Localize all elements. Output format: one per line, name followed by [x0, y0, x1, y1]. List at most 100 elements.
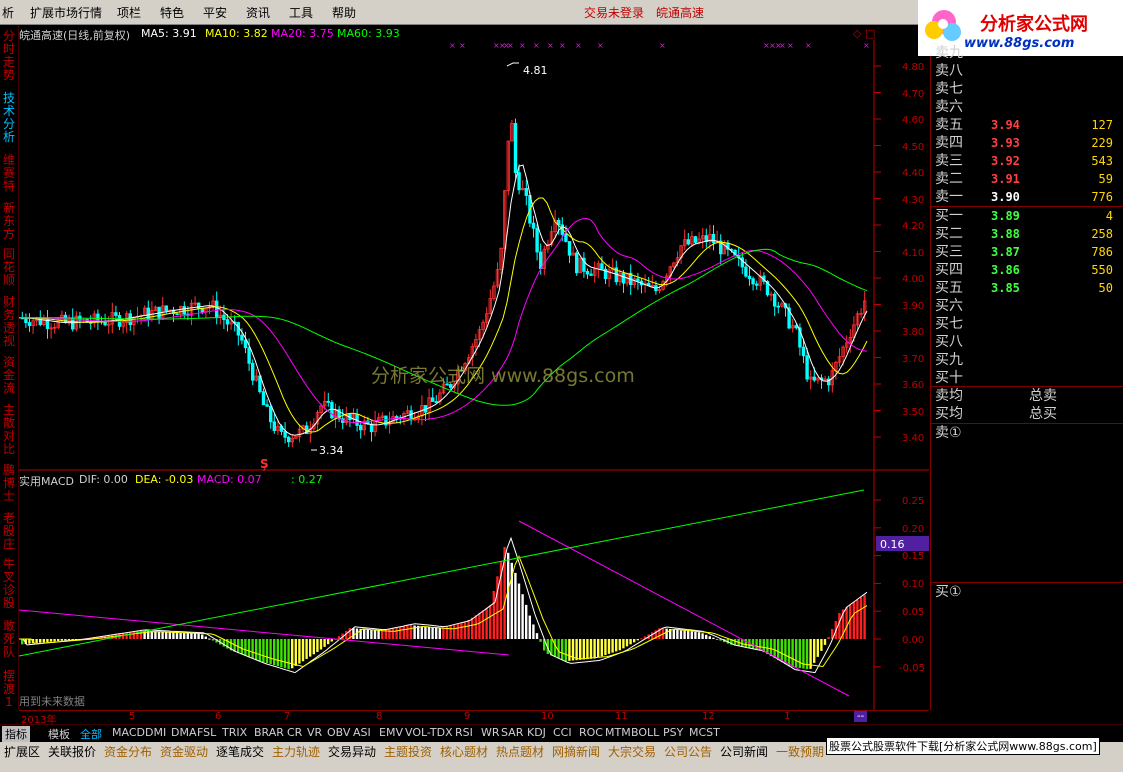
menu-item-tools[interactable]: 工具 [289, 4, 313, 21]
tab-fund-distribution[interactable]: 资金分布 [104, 743, 152, 760]
ask-level-5[interactable]: 卖五 3.94 127 [933, 116, 1121, 134]
scroll-right-button[interactable]: -- [854, 711, 868, 722]
menu-item-news[interactable]: 资讯 [246, 4, 270, 21]
tab-main-track[interactable]: 主力轨迹 [272, 743, 320, 760]
square-icon[interactable]: □ [865, 27, 875, 40]
candle-body [621, 272, 626, 284]
tab-vr[interactable]: VR [307, 726, 322, 739]
tab-tonghuashun[interactable]: 同花顺 [1, 248, 17, 287]
chart-area[interactable]: 皖通高速(日线,前复权) MA5: 3.91 MA10: 3.82 MA20: … [19, 26, 929, 726]
download-banner[interactable]: 股票公式股票软件下载[分析家公式网www.88gs.com] [826, 737, 1100, 755]
tab-weisaite[interactable]: 维赛特 [1, 154, 17, 193]
signal-x-marker: × [575, 41, 582, 50]
tab-obv[interactable]: OBV [327, 726, 350, 739]
tab-ext-area[interactable]: 扩展区 [4, 743, 40, 760]
tab-fsl[interactable]: FSL [197, 726, 216, 739]
tab-dare-to-die[interactable]: 敢死队 [1, 620, 17, 659]
menu-item-features[interactable]: 特色 [160, 4, 184, 21]
price-tick: 4.40 [902, 168, 924, 179]
tab-consensus[interactable]: 一致预期 [776, 743, 824, 760]
tab-ferry[interactable]: 摆渡1 [1, 670, 17, 709]
tab-sar[interactable]: SAR [501, 726, 523, 739]
tab-intraday[interactable]: 分时走势 [1, 30, 17, 82]
tab-rsi[interactable]: RSI [455, 726, 473, 739]
tab-announcements[interactable]: 公司公告 [664, 743, 712, 760]
tab-boll[interactable]: BOLL [631, 726, 659, 739]
macd-bar [532, 624, 535, 639]
tab-core-theme[interactable]: 核心题材 [440, 743, 488, 760]
tab-psy[interactable]: PSY [663, 726, 683, 739]
diamond-icon[interactable]: ◇ [853, 27, 862, 40]
tab-mtm[interactable]: MTM [605, 726, 631, 739]
ask-level-1[interactable]: 卖一 3.90 776 [933, 188, 1121, 206]
watermark: 分析家公式网 www.88gs.com [371, 365, 635, 387]
tab-xindongfang[interactable]: 新东方 [1, 202, 17, 241]
macd-bar [211, 639, 215, 641]
bid-level-3[interactable]: 买三 3.87 786 [933, 243, 1121, 261]
menu-item-ext-market[interactable]: 扩展市场行情 [30, 4, 102, 21]
tab-cr[interactable]: CR [287, 726, 302, 739]
candle-body [636, 278, 640, 282]
tab-macd[interactable]: MACD [112, 726, 145, 739]
tab-technical[interactable]: 技术分析 [1, 92, 17, 144]
menu-item-help[interactable]: 帮助 [332, 4, 356, 21]
tab-all[interactable]: 全部 [80, 726, 102, 742]
tab-indicators[interactable]: 指标 [2, 726, 30, 742]
tab-theme-invest[interactable]: 主题投资 [384, 743, 432, 760]
tab-fund-drive[interactable]: 资金驱动 [160, 743, 208, 760]
tab-templates[interactable]: 模板 [48, 726, 70, 742]
tab-capital-flow[interactable]: 资金流 [1, 356, 17, 395]
tab-pengboshi[interactable]: 鹏博士 [1, 464, 17, 503]
tab-tick-trades[interactable]: 逐笔成交 [216, 743, 264, 760]
ask-level-3[interactable]: 卖三 3.92 543 [933, 152, 1121, 170]
tab-hot-theme[interactable]: 热点题材 [496, 743, 544, 760]
tab-web-news[interactable]: 网摘新闻 [552, 743, 600, 760]
tab-kdj[interactable]: KDJ [527, 726, 546, 739]
macd-bar [373, 630, 377, 639]
tab-related-quotes[interactable]: 关联报价 [48, 743, 96, 760]
tab-trix[interactable]: TRIX [222, 726, 247, 739]
tab-company-news[interactable]: 公司新闻 [720, 743, 768, 760]
tab-trade-anomaly[interactable]: 交易异动 [328, 743, 376, 760]
macd-bar [471, 617, 474, 639]
tab-dma[interactable]: DMA [171, 726, 197, 739]
tab-dmi[interactable]: DMI [145, 726, 166, 739]
tab-cci[interactable]: CCI [553, 726, 572, 739]
tab-vol-tdx[interactable]: VOL-TDX [405, 726, 453, 739]
candle-body [214, 300, 219, 318]
macd-bar [132, 631, 135, 639]
menu-item-columns[interactable]: 项栏 [117, 4, 141, 21]
macd-bar [751, 639, 755, 649]
bid-level-1[interactable]: 买一 3.89 4 [933, 207, 1121, 225]
ask-level-4[interactable]: 卖四 3.93 229 [933, 134, 1121, 152]
macd-bar [435, 627, 438, 639]
macd-bar [161, 631, 164, 639]
candle-body [326, 400, 330, 403]
tab-emv[interactable]: EMV [379, 726, 403, 739]
tab-wr[interactable]: WR [481, 726, 500, 739]
login-status[interactable]: 交易未登录 [584, 4, 644, 21]
macd-bar [579, 639, 582, 660]
tab-laoguzhuang[interactable]: 老股庄 [1, 512, 17, 551]
tab-mcst[interactable]: MCST [689, 726, 720, 739]
ask-level-2[interactable]: 卖二 3.91 59 [933, 170, 1121, 188]
macd-bar [481, 610, 485, 639]
tab-stock-diagnosis[interactable]: 牛叉诊股 [1, 558, 17, 610]
macd-bar [582, 639, 585, 660]
tab-main-vs-retail[interactable]: 主散对比 [1, 404, 17, 456]
signal-x-marker: × [449, 41, 456, 50]
tab-brar[interactable]: BRAR [254, 726, 284, 739]
tab-block-trade[interactable]: 大宗交易 [608, 743, 656, 760]
tab-roc[interactable]: ROC [579, 726, 603, 739]
candle-body [261, 391, 266, 406]
bid-level-2[interactable]: 买二 3.88 258 [933, 225, 1121, 243]
bid-level-4[interactable]: 买四 3.86 550 [933, 261, 1121, 279]
tab-asi[interactable]: ASI [353, 726, 371, 739]
menu-item-analysis[interactable]: 析 [2, 4, 14, 21]
macd-bar [672, 629, 675, 639]
tab-financial[interactable]: 财务透视 [1, 296, 17, 348]
macd-bar [705, 634, 708, 639]
bid-level-5[interactable]: 买五 3.85 50 [933, 279, 1121, 297]
menu-item-pingan[interactable]: 平安 [203, 4, 227, 21]
macd-bar [456, 623, 459, 639]
